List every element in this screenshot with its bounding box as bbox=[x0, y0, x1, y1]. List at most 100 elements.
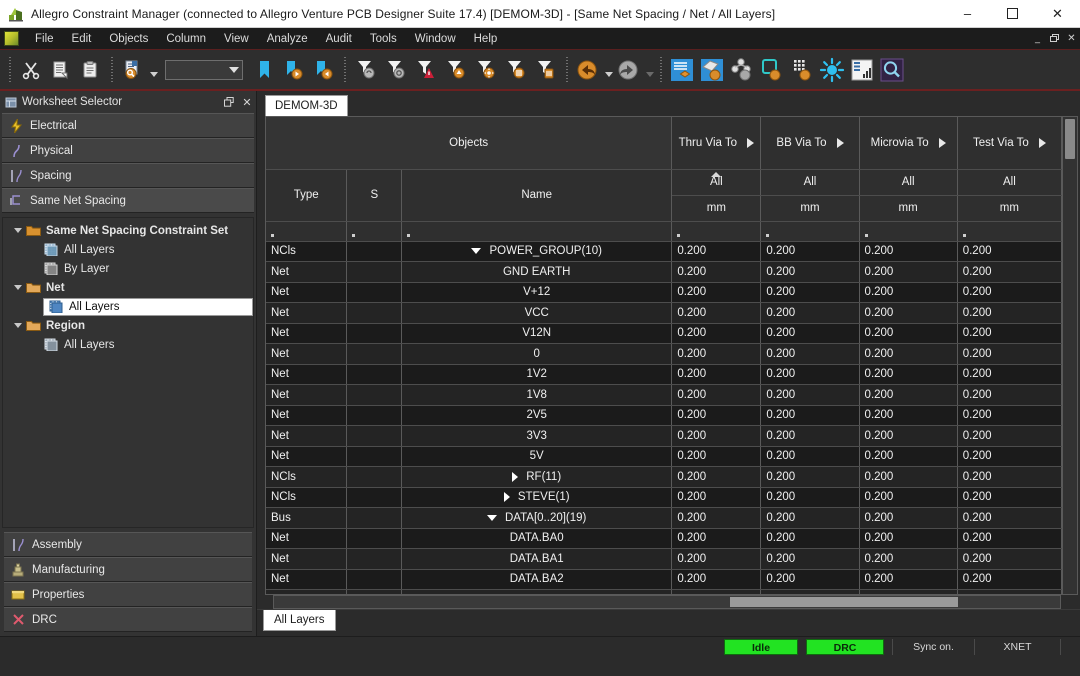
find-dropdown-caret[interactable] bbox=[148, 54, 159, 85]
cell-test-via-to[interactable]: 0.200 bbox=[957, 261, 1062, 283]
paste-button[interactable] bbox=[76, 54, 106, 85]
cell-type[interactable]: Net bbox=[266, 384, 348, 406]
cell-type[interactable]: Net bbox=[266, 569, 348, 591]
cell-microvia-to[interactable]: 0.200 bbox=[859, 569, 958, 591]
cell-s[interactable] bbox=[346, 446, 403, 468]
horizontal-scrollbar-thumb[interactable] bbox=[729, 597, 958, 607]
vertical-scrollbar[interactable] bbox=[1063, 116, 1078, 596]
table-row[interactable]: Net V+12 0.200 0.200 0.200 0.200 bbox=[266, 282, 1062, 304]
cell-test-via-to[interactable]: 0.200 bbox=[957, 569, 1062, 591]
column-header-thru-via-to[interactable]: Thru Via To bbox=[671, 117, 762, 170]
redo-button[interactable] bbox=[614, 54, 644, 85]
cell-name[interactable]: 2V5 bbox=[401, 405, 673, 427]
cell-name[interactable]: 3V3 bbox=[401, 425, 673, 447]
window-maximize-button[interactable] bbox=[990, 0, 1035, 28]
cell-test-via-to[interactable]: 0.200 bbox=[957, 548, 1062, 570]
constraint-grid[interactable]: Objects Thru Via To BB Via To Microvia T… bbox=[265, 116, 1063, 596]
tree-node-cset-by-layer[interactable]: By Layer bbox=[3, 259, 253, 278]
cell-microvia-to[interactable]: 0.200 bbox=[859, 507, 958, 529]
tree-node-region-all-layers[interactable]: All Layers bbox=[3, 335, 253, 354]
undo-dropdown-caret[interactable] bbox=[603, 54, 614, 85]
table-row[interactable]: Net DATA.BA2 0.200 0.200 0.200 0.200 bbox=[266, 569, 1062, 591]
filter-cell-type[interactable] bbox=[266, 221, 348, 242]
cell-s[interactable] bbox=[346, 466, 403, 488]
cell-bb-via-to[interactable]: 0.200 bbox=[760, 364, 860, 386]
table-row[interactable]: Bus DATA[0..20](19) 0.200 0.200 0.200 0.200 bbox=[266, 507, 1062, 529]
cell-s[interactable] bbox=[346, 548, 403, 570]
constraint-set-button[interactable] bbox=[667, 54, 697, 85]
cell-thru-via-to[interactable]: 0.200 bbox=[671, 446, 762, 468]
cell-test-via-to[interactable]: 0.200 bbox=[957, 282, 1062, 304]
cell-name[interactable]: DATA.BA1 bbox=[401, 548, 673, 570]
arrow-right-icon[interactable] bbox=[836, 137, 844, 148]
column-header-name[interactable]: Name bbox=[401, 169, 673, 222]
filter-cell-test-via[interactable] bbox=[957, 221, 1062, 242]
filter-show-all-button[interactable] bbox=[351, 54, 381, 85]
cell-thru-via-to[interactable]: 0.200 bbox=[671, 384, 762, 406]
cell-thru-via-to[interactable]: 0.200 bbox=[671, 282, 762, 304]
child-minimize-button[interactable]: _ bbox=[1029, 30, 1046, 47]
cell-type[interactable]: Net bbox=[266, 282, 348, 304]
table-row[interactable]: NCls POWER_GROUP(10) 0.200 0.200 0.200 0.200 bbox=[266, 241, 1062, 263]
cell-microvia-to[interactable]: 0.200 bbox=[859, 343, 958, 365]
cell-type[interactable]: NCls bbox=[266, 487, 348, 509]
cell-microvia-to[interactable]: 0.200 bbox=[859, 384, 958, 406]
panel-float-button[interactable] bbox=[220, 93, 238, 111]
cell-name[interactable]: GND EARTH bbox=[401, 261, 673, 283]
menu-item-window[interactable]: Window bbox=[406, 30, 465, 48]
filter-hide-button[interactable] bbox=[381, 54, 411, 85]
cell-name[interactable]: VCC bbox=[401, 302, 673, 324]
tree-node-net[interactable]: Net bbox=[3, 278, 253, 297]
tag-button[interactable] bbox=[697, 54, 727, 85]
table-row[interactable]: Net 2V5 0.200 0.200 0.200 0.200 bbox=[266, 405, 1062, 427]
collapse-icon[interactable] bbox=[471, 248, 482, 255]
cell-microvia-to[interactable]: 0.200 bbox=[859, 466, 958, 488]
cell-thru-via-to[interactable]: 0.200 bbox=[671, 507, 762, 529]
cell-s[interactable] bbox=[346, 487, 403, 509]
sidebar-item-same-net-spacing[interactable]: Same Net Spacing bbox=[2, 188, 254, 213]
menu-item-objects[interactable]: Objects bbox=[100, 30, 157, 48]
cell-type[interactable]: Net bbox=[266, 302, 348, 324]
cell-bb-via-to[interactable]: 0.200 bbox=[760, 384, 860, 406]
cell-s[interactable] bbox=[346, 405, 403, 427]
column-header-type[interactable]: Type bbox=[266, 169, 348, 222]
cell-s[interactable] bbox=[346, 425, 403, 447]
expander-icon[interactable] bbox=[11, 228, 25, 233]
cell-test-via-to[interactable]: 0.200 bbox=[957, 323, 1062, 345]
cell-microvia-to[interactable]: 0.200 bbox=[859, 323, 958, 345]
cell-thru-via-to[interactable]: 0.200 bbox=[671, 323, 762, 345]
cell-type[interactable]: Net bbox=[266, 323, 348, 345]
filter-cell-microvia[interactable] bbox=[859, 221, 958, 242]
horizontal-scrollbar[interactable] bbox=[273, 595, 1061, 609]
cell-name[interactable]: V+12 bbox=[401, 282, 673, 304]
tree-node-region[interactable]: Region bbox=[3, 316, 253, 335]
menu-item-audit[interactable]: Audit bbox=[317, 30, 361, 48]
arrow-right-icon[interactable] bbox=[747, 137, 755, 148]
cell-microvia-to[interactable]: 0.200 bbox=[859, 548, 958, 570]
document-tab-demom-3d[interactable]: DEMOM-3D bbox=[265, 95, 348, 117]
column-header-microvia-to[interactable]: Microvia To bbox=[859, 117, 958, 170]
subheader-microvia-all[interactable]: All bbox=[859, 169, 958, 196]
cell-bb-via-to[interactable]: 0.200 bbox=[760, 425, 860, 447]
group-button[interactable] bbox=[727, 54, 757, 85]
cell-thru-via-to[interactable]: 0.200 bbox=[671, 466, 762, 488]
cell-bb-via-to[interactable]: 0.200 bbox=[760, 487, 860, 509]
child-restore-button[interactable] bbox=[1046, 30, 1063, 47]
cell-s[interactable] bbox=[346, 507, 403, 529]
highlight-button[interactable] bbox=[817, 54, 847, 85]
table-row[interactable]: Net 3V3 0.200 0.200 0.200 0.200 bbox=[266, 425, 1062, 447]
table-row[interactable]: Net DATA.BA1 0.200 0.200 0.200 0.200 bbox=[266, 548, 1062, 570]
cell-microvia-to[interactable]: 0.200 bbox=[859, 282, 958, 304]
menu-item-file[interactable]: File bbox=[26, 30, 63, 48]
child-close-button[interactable]: ✕ bbox=[1063, 30, 1080, 47]
group-header-objects[interactable]: Objects bbox=[266, 117, 673, 170]
cell-thru-via-to[interactable]: 0.200 bbox=[671, 528, 762, 550]
sidebar-item-manufacturing[interactable]: Manufacturing bbox=[4, 557, 252, 582]
cell-s[interactable] bbox=[346, 569, 403, 591]
cell-microvia-to[interactable]: 0.200 bbox=[859, 261, 958, 283]
cell-s[interactable] bbox=[346, 241, 403, 263]
cell-microvia-to[interactable]: 0.200 bbox=[859, 302, 958, 324]
table-row[interactable]: Net DATA.BA0 0.200 0.200 0.200 0.200 bbox=[266, 528, 1062, 550]
cell-name[interactable]: 1V8 bbox=[401, 384, 673, 406]
cell-test-via-to[interactable]: 0.200 bbox=[957, 302, 1062, 324]
